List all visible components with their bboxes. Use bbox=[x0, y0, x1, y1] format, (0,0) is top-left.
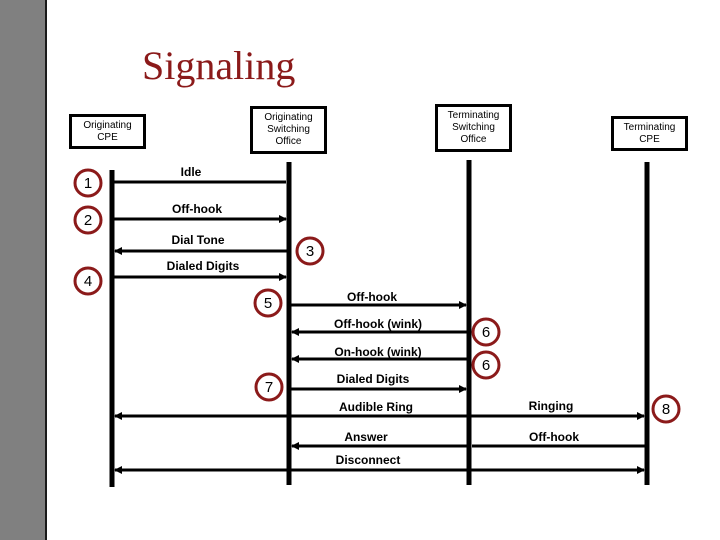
step-marker: 8 bbox=[651, 394, 681, 424]
message-label: Dial Tone bbox=[171, 233, 224, 247]
message-label: On-hook (wink) bbox=[334, 345, 421, 359]
step-number: 5 bbox=[264, 295, 272, 312]
step-marker: 5 bbox=[253, 288, 283, 318]
message-label: Off-hook bbox=[172, 202, 222, 216]
message-label: Dialed Digits bbox=[337, 372, 410, 386]
step-number: 6 bbox=[482, 357, 490, 374]
step-number: 2 bbox=[84, 212, 92, 229]
step-marker: 6 bbox=[471, 317, 501, 347]
step-number: 7 bbox=[265, 379, 273, 396]
step-number: 3 bbox=[306, 243, 314, 260]
step-number: 1 bbox=[84, 175, 92, 192]
message-label: Ringing bbox=[529, 399, 574, 413]
step-number: 4 bbox=[84, 273, 92, 290]
step-number: 8 bbox=[662, 401, 670, 418]
message-label: Answer bbox=[344, 430, 388, 444]
step-marker: 1 bbox=[73, 168, 103, 198]
message-label: Off-hook bbox=[529, 430, 579, 444]
message-label: Dialed Digits bbox=[167, 259, 240, 273]
message-label: Off-hook (wink) bbox=[334, 317, 422, 331]
step-marker: 2 bbox=[73, 205, 103, 235]
message-label: Idle bbox=[181, 165, 202, 179]
message-label: Audible Ring bbox=[339, 400, 413, 414]
message-label: Off-hook bbox=[347, 290, 397, 304]
sequence-diagram: Idle Off-hook Dial Tone Dialed Digits Off-ho… bbox=[73, 160, 681, 487]
step-marker: 3 bbox=[295, 236, 325, 266]
message-label: Disconnect bbox=[336, 453, 401, 467]
step-marker: 4 bbox=[73, 266, 103, 296]
step-marker: 6 bbox=[471, 350, 501, 380]
step-marker: 7 bbox=[254, 372, 284, 402]
step-number: 6 bbox=[482, 324, 490, 341]
